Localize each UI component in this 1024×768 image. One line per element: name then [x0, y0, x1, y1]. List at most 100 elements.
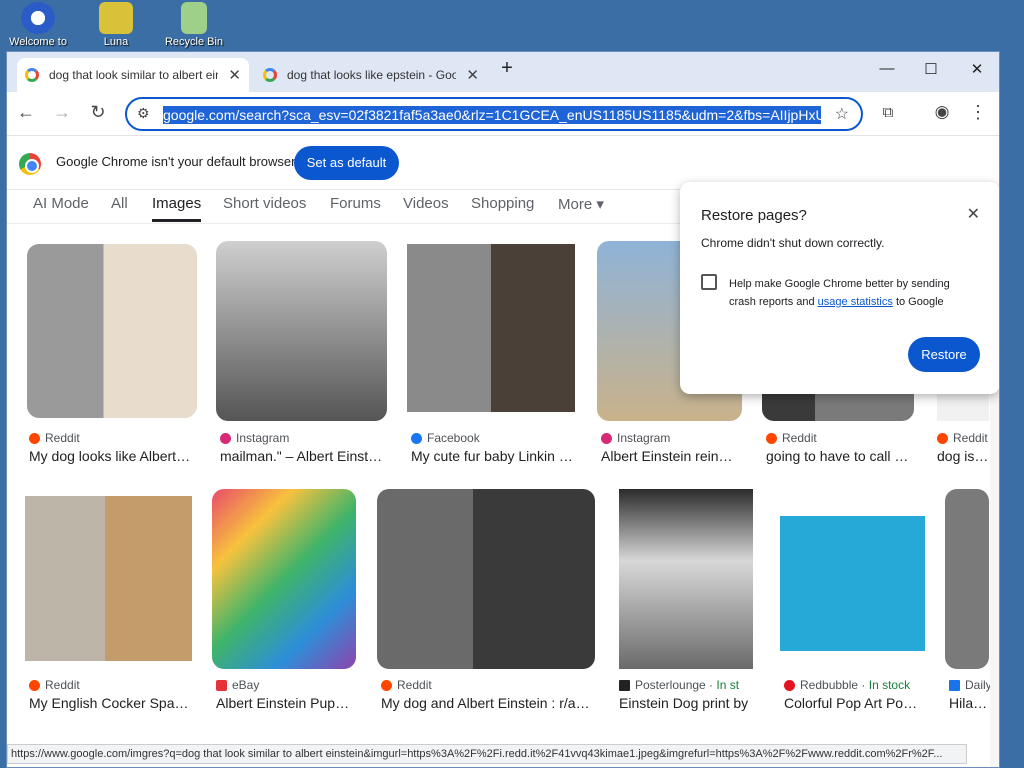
status-bar-url: https://www.google.com/imgres?q=dog that…	[7, 744, 967, 764]
maximize-button[interactable]: ☐	[909, 60, 953, 78]
facebook-icon	[411, 432, 422, 444]
result-title[interactable]: Albert Einstein Puppy Sticker	[216, 695, 356, 711]
desktop-icon-welcome[interactable]: Welcome to	[3, 2, 73, 48]
desktop-icon-label: Luna	[103, 36, 129, 48]
forward-button[interactable]: →	[49, 102, 75, 123]
bookmark-star-icon[interactable]: ☆	[835, 104, 849, 124]
image-result[interactable]: Redbubble · In stock Colorful Pop Art Po…	[780, 489, 930, 716]
tab-all[interactable]: All	[111, 195, 128, 212]
usage-statistics-link[interactable]: usage statistics	[818, 296, 893, 308]
close-icon[interactable]: ✕	[967, 204, 980, 224]
back-button[interactable]: ←	[13, 102, 39, 123]
crash-report-checkbox[interactable]	[701, 274, 717, 290]
image-result[interactable]: Instagram mailman." – Albert Einstein	[216, 241, 388, 474]
image-result[interactable]: Reddit My dog looks like Albert Einstein	[27, 244, 197, 474]
result-title[interactable]: Hilarious	[949, 695, 989, 711]
toolbar: ← → ↻ ⚙ google.com/search?sca_esv=02f382…	[7, 92, 999, 136]
restore-pages-popup: Restore pages? ✕ Chrome didn't shut down…	[680, 182, 999, 394]
source-label: Instagram	[236, 431, 290, 445]
chrome-menu-icon[interactable]: ⋮	[965, 102, 991, 123]
address-url[interactable]: google.com/search?sca_esv=02f3821faf5a3a…	[163, 106, 821, 124]
close-tab-icon[interactable]: ✕	[466, 66, 479, 84]
image-result[interactable]: eBay Albert Einstein Puppy Sticker	[212, 489, 360, 716]
site-info-icon[interactable]: ⚙	[137, 105, 150, 122]
tab-ai-mode[interactable]: AI Mode	[33, 195, 89, 212]
profile-icon[interactable]: ◉	[929, 102, 955, 122]
tab-images[interactable]: Images	[152, 195, 202, 222]
result-title[interactable]: My cute fur baby Linkin Park	[411, 448, 575, 464]
source-label: Instagram	[617, 431, 671, 445]
tab-active[interactable]: dog that look similar to albert einstein…	[17, 58, 249, 92]
restore-button[interactable]: Restore	[908, 337, 980, 372]
result-source: Reddit	[766, 431, 817, 445]
source-label: eBay	[232, 678, 260, 692]
recycle-bin-icon	[181, 2, 207, 34]
source-label: Posterlounge	[635, 678, 706, 692]
chrome-logo-icon	[19, 153, 41, 175]
result-title[interactable]: Albert Einstein reincarnated	[601, 448, 733, 464]
popup-subtitle: Chrome didn't shut down correctly.	[701, 236, 885, 250]
result-thumbnail[interactable]	[216, 241, 387, 421]
desktop-icon-recycle-bin[interactable]: Recycle Bin	[159, 2, 229, 48]
reddit-icon	[29, 432, 40, 444]
tab-short-videos[interactable]: Short videos	[223, 195, 306, 212]
tab-more[interactable]: More ▾	[558, 195, 604, 213]
desktop-icon-luna[interactable]: Luna	[81, 2, 151, 48]
ebay-icon	[216, 679, 227, 691]
result-title[interactable]: going to have to call him Albert	[766, 448, 912, 464]
reddit-icon	[381, 679, 392, 691]
result-thumbnail[interactable]	[212, 489, 356, 669]
tab-videos[interactable]: Videos	[403, 195, 449, 212]
result-title[interactable]: Einstein Dog print by	[619, 695, 755, 711]
result-source: Reddit	[381, 678, 432, 692]
minimize-button[interactable]: —	[865, 60, 909, 77]
reddit-icon	[766, 432, 777, 444]
tab-forums[interactable]: Forums	[330, 195, 381, 212]
set-as-default-button[interactable]: Set as default	[294, 146, 399, 180]
source-label: Reddit	[953, 431, 988, 445]
result-thumbnail[interactable]	[377, 489, 595, 669]
image-result[interactable]: Daily Hilarious	[945, 489, 992, 716]
source-label: Reddit	[782, 431, 817, 445]
tab-shopping[interactable]: Shopping	[471, 195, 534, 212]
source-label: Reddit	[397, 678, 432, 692]
close-tab-icon[interactable]: ✕	[228, 66, 241, 84]
result-title[interactable]: Colorful Pop Art Poster	[784, 695, 924, 711]
source-label: Daily	[965, 678, 992, 692]
result-thumbnail[interactable]	[27, 244, 197, 418]
result-source: Daily	[949, 678, 992, 692]
address-bar[interactable]: ⚙ google.com/search?sca_esv=02f3821faf5a…	[125, 97, 863, 131]
result-title[interactable]: My English Cocker Spaniel	[29, 695, 189, 711]
result-source: Reddit	[937, 431, 988, 445]
result-thumbnail[interactable]	[619, 489, 753, 669]
result-title[interactable]: dog is Einstein	[937, 448, 989, 464]
desktop-icon-label: Welcome to	[9, 36, 67, 48]
result-title[interactable]: My dog looks like Albert Einstein	[29, 448, 193, 464]
result-source: Instagram	[220, 431, 289, 445]
chrome-window: dog that look similar to albert einstein…	[6, 51, 1000, 768]
close-window-button[interactable]: ✕	[955, 60, 999, 78]
result-thumbnail[interactable]	[25, 496, 192, 661]
image-result[interactable]: Reddit My English Cocker Spaniel	[25, 496, 195, 716]
result-title[interactable]: My dog and Albert Einstein : r/aww	[381, 695, 591, 711]
reddit-icon	[937, 432, 948, 444]
search-tabs-icon[interactable]: ⧉	[875, 104, 901, 121]
tab-inactive[interactable]: dog that looks like epstein - Google Sea…	[255, 58, 487, 92]
gear-icon	[99, 2, 133, 34]
image-result[interactable]: Reddit My dog and Albert Einstein : r/aw…	[377, 489, 597, 716]
result-source: eBay	[216, 678, 259, 692]
google-favicon-icon	[25, 68, 39, 82]
stock-status: In st	[716, 678, 740, 692]
result-thumbnail[interactable]	[407, 244, 575, 412]
reload-button[interactable]: ↻	[85, 102, 111, 123]
result-source: Reddit	[29, 431, 80, 445]
image-result[interactable]: Posterlounge · In st Einstein Dog print …	[619, 489, 769, 716]
new-tab-button[interactable]: +	[485, 57, 529, 80]
reddit-icon	[29, 679, 40, 691]
result-thumbnail[interactable]	[780, 489, 925, 669]
result-title[interactable]: mailman." – Albert Einstein	[220, 448, 384, 464]
posterlounge-icon	[619, 679, 630, 691]
result-thumbnail[interactable]	[945, 489, 989, 669]
image-result[interactable]: Facebook My cute fur baby Linkin Park	[407, 244, 579, 474]
result-source: Facebook	[411, 431, 480, 445]
